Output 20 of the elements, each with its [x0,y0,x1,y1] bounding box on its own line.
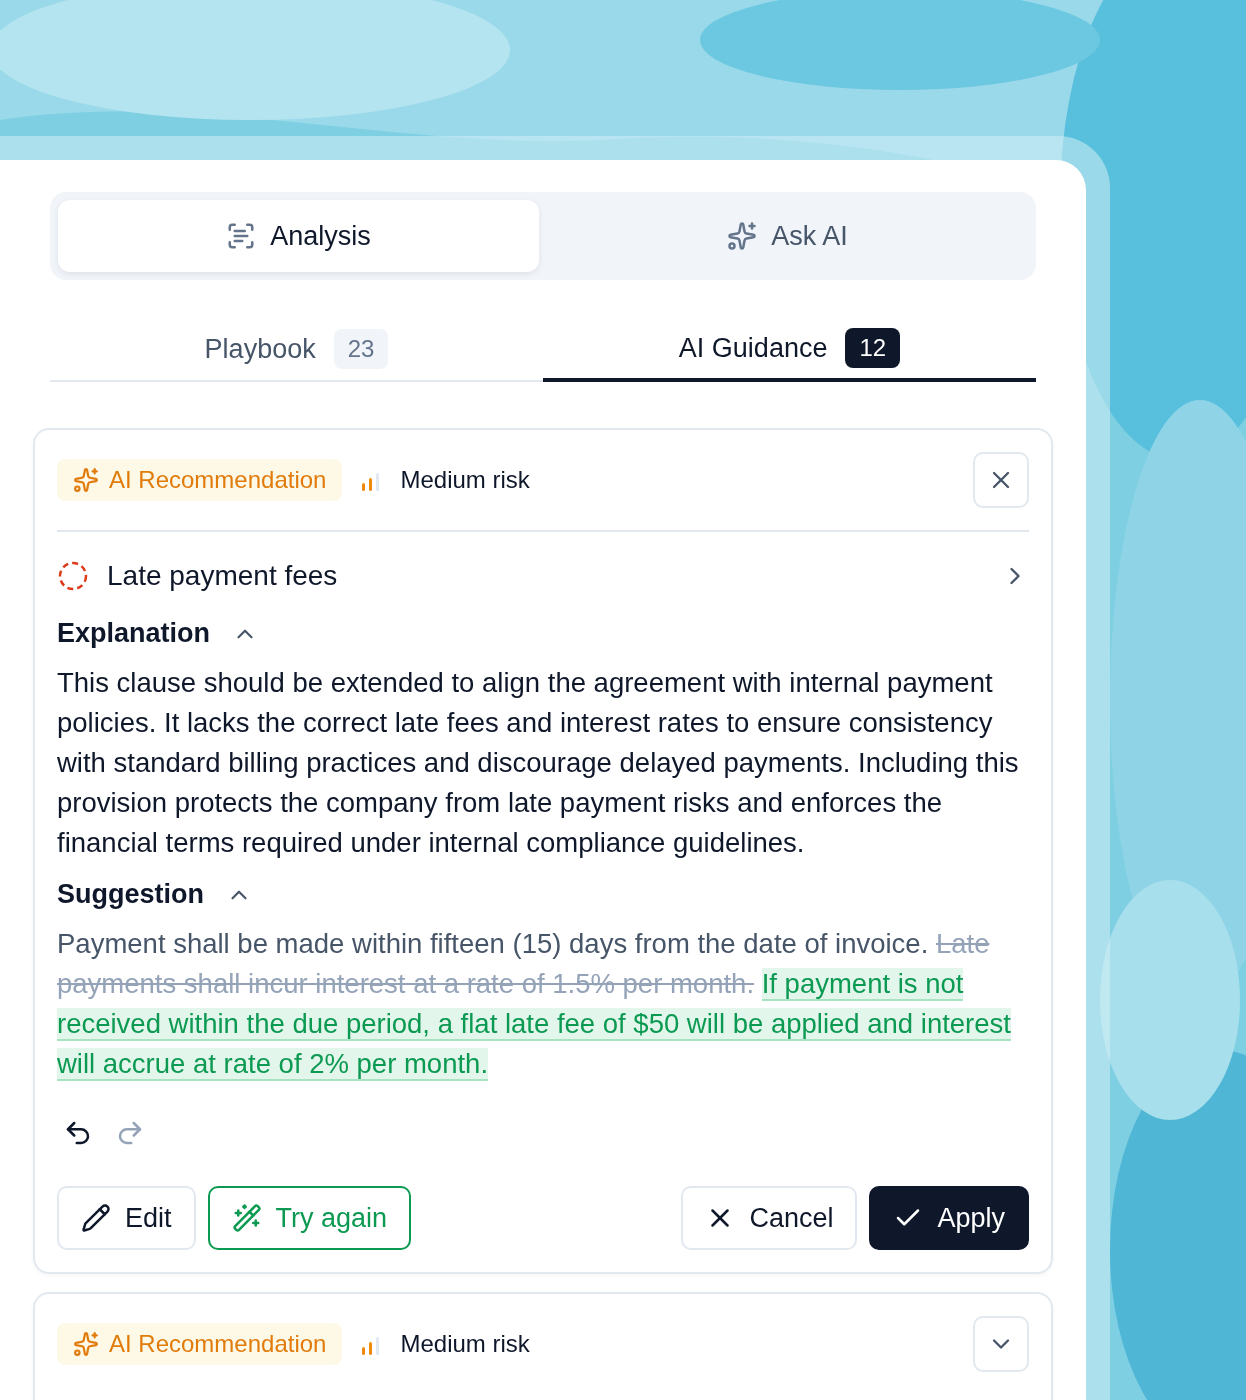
apply-button[interactable]: Apply [869,1186,1029,1250]
count-badge: 23 [333,329,389,369]
tab-label: Playbook [204,333,316,365]
section-toggle[interactable]: Suggestion [57,879,252,910]
clause-title: Late payment fees [107,560,339,592]
mode-tab[interactable]: Ask AI [547,200,1028,272]
edit-button[interactable]: Edit [57,1186,196,1250]
cancel-button[interactable]: Cancel [681,1186,858,1250]
ai-recommendation-badge: AI Recommendation [57,1323,343,1365]
mode-tab[interactable]: Analysis [58,200,539,272]
risk-label: Medium risk [400,466,530,494]
risk-label: Medium risk [400,1330,530,1358]
explanation-text: This clause should be extended to align the agreement with internal payment policies. It lacks the correct late fees and interest rates to ensure consistency with standard billing practices and discourage delayed payments. Including this provision protects the company from late payment risks and enforces the financial terms required under internal compliance guidelines. [57,666,1020,860]
ai-recommendation-badge: AI Recommendation [57,459,343,501]
tab-label: AI Guidance [678,332,828,364]
count-badge: 12 [845,328,901,368]
list-tab[interactable]: AI Guidance 12 [543,324,1036,382]
retry-button[interactable]: Try again [207,1186,412,1250]
list-tab[interactable]: Playbook 23 [50,324,543,382]
section-toggle[interactable]: Explanation [57,618,259,649]
